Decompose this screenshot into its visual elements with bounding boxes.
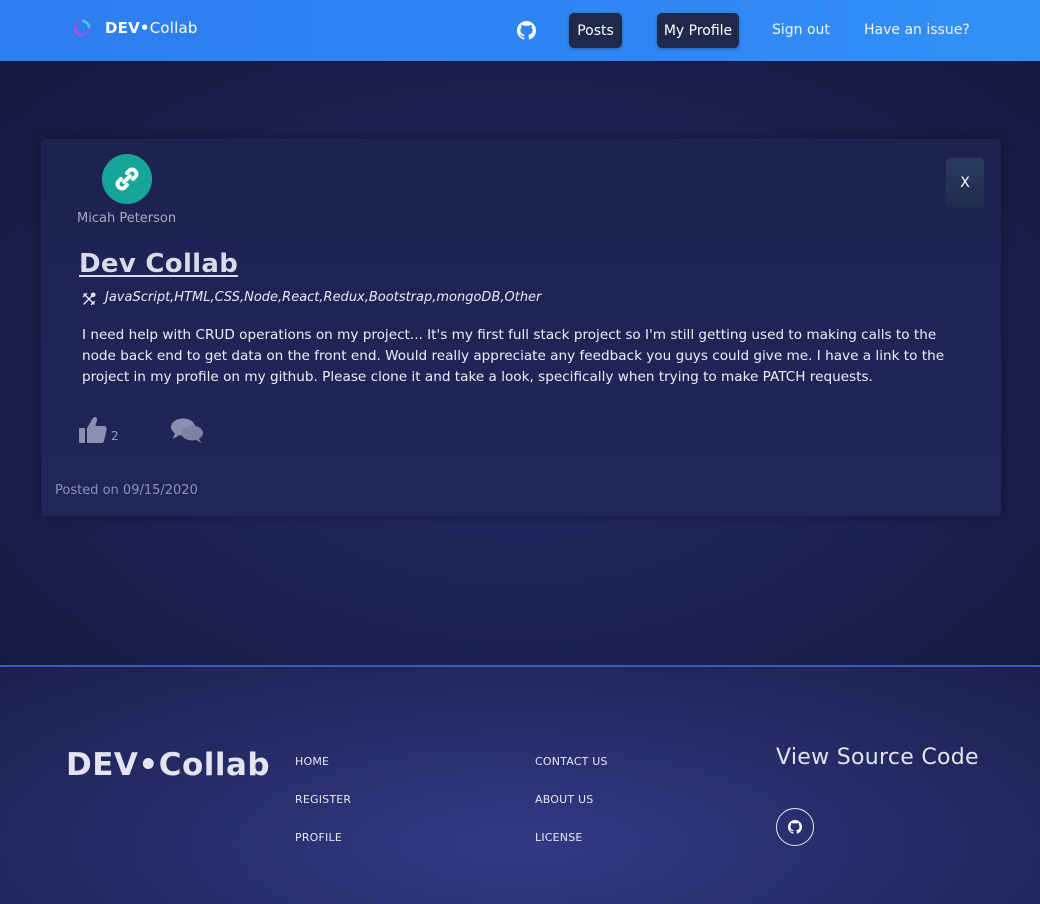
view-source-code-heading: View Source Code — [776, 745, 979, 770]
github-icon[interactable] — [517, 21, 536, 40]
avatar[interactable] — [102, 154, 152, 204]
posted-date: Posted on 09/15/2020 — [55, 483, 198, 498]
brand-link[interactable]: DEV•Collab — [72, 18, 198, 38]
have-an-issue-link[interactable]: Have an issue? — [864, 22, 970, 38]
footer-brand[interactable]: DEV•Collab — [66, 747, 270, 783]
link-chain-icon — [115, 167, 139, 191]
post-technologies: JavaScript,HTML,CSS,Node,React,Redux,Boo… — [105, 290, 542, 305]
author-name[interactable]: Micah Peterson — [77, 211, 176, 226]
footer-link-about-us[interactable]: ABOUT US — [535, 793, 593, 806]
thumbs-up-icon[interactable] — [78, 415, 108, 445]
post-card: Micah Peterson X Dev Collab JavaScript,H… — [41, 139, 1001, 516]
navbar: DEV•Collab Posts My Profile Sign out Hav… — [0, 0, 1040, 61]
footer-link-home[interactable]: HOME — [295, 755, 329, 768]
sign-out-link[interactable]: Sign out — [772, 22, 830, 38]
footer-link-contact-us[interactable]: CONTACT US — [535, 755, 608, 768]
footer-link-profile[interactable]: PROFILE — [295, 831, 342, 844]
posts-button[interactable]: Posts — [569, 13, 622, 48]
footer-github-button[interactable] — [776, 808, 814, 846]
close-post-button[interactable]: X — [946, 158, 984, 207]
comments-icon[interactable] — [170, 417, 204, 445]
brand-logo-icon — [72, 18, 92, 38]
tools-icon — [82, 291, 96, 306]
github-icon — [788, 820, 802, 834]
brand-name: DEV•Collab — [105, 19, 198, 37]
footer-link-register[interactable]: REGISTER — [295, 793, 351, 806]
my-profile-button[interactable]: My Profile — [657, 13, 739, 48]
post-body: I need help with CRUD operations on my p… — [82, 327, 945, 385]
footer: DEV•Collab HOME REGISTER PROFILE CONTACT… — [0, 665, 1040, 904]
post-title[interactable]: Dev Collab — [79, 249, 238, 279]
like-count: 2 — [111, 429, 119, 443]
footer-link-license[interactable]: LICENSE — [535, 831, 583, 844]
